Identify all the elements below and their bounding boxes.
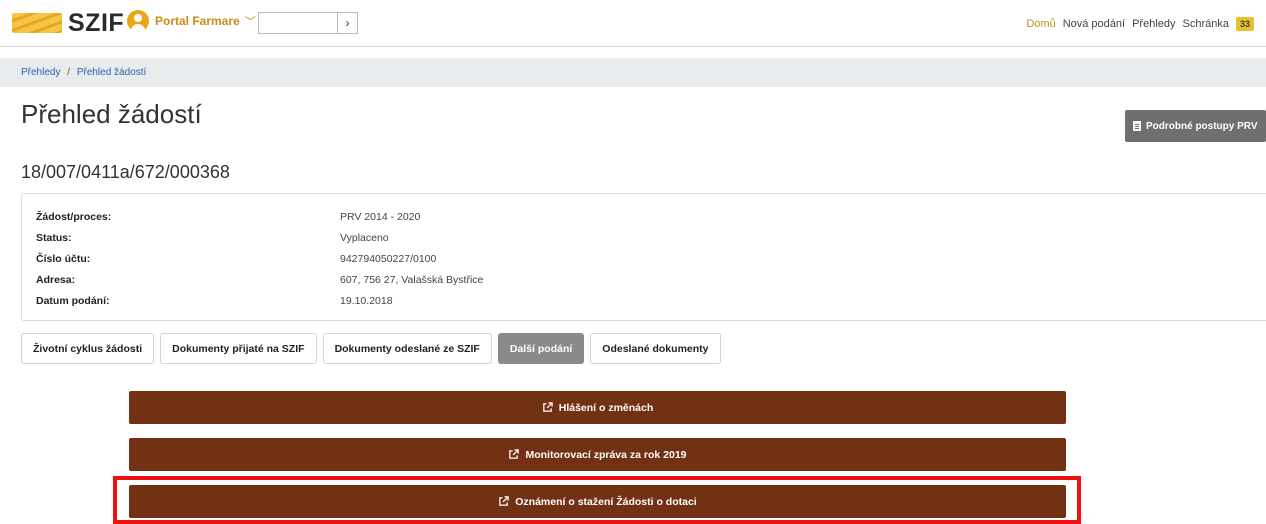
info-value: Vyplaceno <box>340 231 389 244</box>
top-nav: Domů Nová podání Přehledy Schránka 33 <box>1019 17 1254 31</box>
tab-lifecycle[interactable]: Životní cyklus žádosti <box>21 333 155 364</box>
logo-stripes-icon <box>12 13 62 33</box>
top-bar: SZIF Portal Farmare ﹀ › Domů Nová podání… <box>0 0 1266 47</box>
info-panel: Žádost/proces: PRV 2014 - 2020 Status: V… <box>21 193 1266 321</box>
report-changes-button[interactable]: Hlášení o změnách <box>129 391 1066 424</box>
highlight-frame <box>113 476 1081 524</box>
prv-procedures-label: Podrobné postupy PRV <box>1146 120 1258 132</box>
case-id: 18/007/0411a/672/000368 <box>21 162 230 182</box>
report-changes-label: Hlášení o změnách <box>558 401 654 414</box>
portal-menu[interactable]: Portal Farmare ﹀ <box>127 10 256 32</box>
info-label: Datum podání: <box>36 294 110 307</box>
info-value: PRV 2014 - 2020 <box>340 210 421 223</box>
inbox-count-badge: 33 <box>1235 17 1254 31</box>
tab-further-submissions[interactable]: Další podání <box>497 333 585 364</box>
search-input[interactable]: › <box>258 12 358 34</box>
breadcrumb-separator: / <box>67 67 71 78</box>
info-label: Status: <box>36 231 72 244</box>
info-row: Žádost/proces: PRV 2014 - 2020 <box>36 206 1252 227</box>
tab-sent-documents[interactable]: Dokumenty odeslané ze SZIF <box>322 333 492 364</box>
external-link-icon <box>509 449 520 459</box>
info-label: Číslo účtu: <box>36 252 91 265</box>
portal-label: Portal Farmare <box>155 14 240 28</box>
page-title: Přehled žádostí <box>21 99 202 129</box>
external-link-icon <box>542 402 553 412</box>
nav-new-submissions[interactable]: Nová podání <box>1063 18 1125 30</box>
nav-inbox[interactable]: Schránka <box>1183 18 1229 30</box>
info-value: 942794050227/0100 <box>340 252 437 265</box>
document-icon <box>1133 121 1141 131</box>
prv-procedures-button[interactable]: Podrobné postupy PRV <box>1125 110 1266 142</box>
breadcrumb-item-requests[interactable]: Přehled žádostí <box>77 67 147 78</box>
info-value: 19.10.2018 <box>340 294 393 307</box>
logo-text: SZIF <box>68 8 125 37</box>
breadcrumb: Přehledy / Přehled žádostí <box>0 58 1266 87</box>
info-row: Číslo účtu: 942794050227/0100 <box>36 248 1252 269</box>
info-row: Status: Vyplaceno <box>36 227 1252 248</box>
info-label: Žádost/proces: <box>36 210 112 223</box>
breadcrumb-item-overviews[interactable]: Přehledy <box>21 67 60 78</box>
info-label: Adresa: <box>36 273 76 286</box>
user-icon <box>127 10 149 32</box>
info-value: 607, 756 27, Valašská Bystřice <box>340 273 484 286</box>
tab-received-documents[interactable]: Dokumenty přijaté na SZIF <box>160 333 317 364</box>
szif-logo[interactable]: SZIF <box>12 9 124 37</box>
info-row: Datum podání: 19.10.2018 <box>36 290 1252 311</box>
nav-home[interactable]: Domů <box>1026 18 1055 30</box>
tab-submitted-documents[interactable]: Odeslané dokumenty <box>590 333 721 364</box>
info-row: Adresa: 607, 756 27, Valašská Bystřice <box>36 269 1252 290</box>
search-button[interactable]: › <box>337 13 357 33</box>
monitoring-report-label: Monitorovací zpráva za rok 2019 <box>525 448 687 461</box>
chevron-down-icon: ﹀ <box>244 16 256 28</box>
nav-overviews[interactable]: Přehledy <box>1132 18 1175 30</box>
monitoring-report-button[interactable]: Monitorovací zpráva za rok 2019 <box>129 438 1066 471</box>
tabs: Životní cyklus žádosti Dokumenty přijaté… <box>21 333 727 364</box>
